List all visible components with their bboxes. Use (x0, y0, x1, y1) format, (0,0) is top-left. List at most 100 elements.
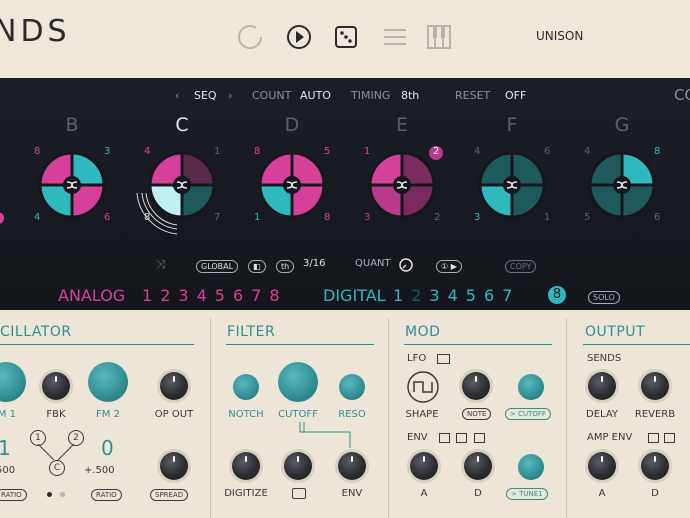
digital-1[interactable]: 1 (393, 286, 411, 305)
digitize-knob[interactable] (232, 452, 260, 480)
node-c[interactable]: C (49, 460, 65, 476)
analog-7[interactable]: 7 (251, 286, 269, 305)
voice-letter-e[interactable]: E (387, 114, 417, 136)
analog-6[interactable]: 6 (233, 286, 251, 305)
d-tl: 8 (254, 146, 261, 157)
lfo-rate-knob[interactable] (462, 372, 490, 400)
filter-title: FILTER (227, 324, 276, 340)
mod-decay-knob[interactable] (464, 452, 492, 480)
filter-mode-icon[interactable] (292, 488, 306, 499)
notch-knob[interactable] (233, 374, 259, 400)
d-br: 8 (324, 212, 331, 223)
env-amount-knob[interactable] (518, 454, 544, 480)
digital-4[interactable]: 4 (448, 286, 466, 305)
digital-7[interactable]: 7 (502, 286, 520, 305)
reso-knob[interactable] (339, 374, 365, 400)
reset-value[interactable]: OFF (505, 89, 526, 102)
note-pill[interactable]: NOTE (462, 408, 492, 420)
cutoff-knob[interactable] (278, 362, 318, 402)
solo-pill[interactable]: SOLO (588, 291, 620, 304)
ratio-pill-2[interactable]: RATIO (91, 489, 122, 501)
spread-pill[interactable]: SPREAD (150, 489, 189, 501)
th-pill[interactable]: th (276, 260, 295, 273)
osc-value-1[interactable]: 1 (0, 436, 11, 460)
digital-6[interactable]: 6 (484, 286, 502, 305)
page-dot[interactable] (60, 492, 65, 497)
filter-mode-knob[interactable] (284, 452, 312, 480)
lfo-shape-icon[interactable] (406, 370, 440, 404)
rate-value[interactable]: 3/16 (303, 258, 325, 269)
voice-circle-f[interactable] (478, 151, 546, 219)
voice-circle-g[interactable] (588, 151, 656, 219)
fm2-knob[interactable] (88, 362, 128, 402)
spread-knob[interactable] (160, 452, 188, 480)
osc-value-1b[interactable]: 500 (0, 465, 15, 476)
fbk-knob[interactable] (42, 372, 70, 400)
op-out-knob[interactable] (160, 372, 188, 400)
amp-decay-knob[interactable] (641, 452, 669, 480)
reset-label: RESET (455, 89, 491, 102)
sends-label: SENDS (587, 353, 622, 364)
timing-value[interactable]: 8th (401, 89, 419, 102)
mod-attack-knob[interactable] (410, 452, 438, 480)
analog-numbers[interactable]: 12345678 (142, 286, 288, 305)
digital-numbers[interactable]: 1234567 (393, 286, 520, 305)
osc-value-2[interactable]: 0 (101, 436, 114, 460)
digital-2[interactable]: 2 (411, 286, 429, 305)
voice-letter-c[interactable]: C (167, 114, 197, 136)
seq-next-icon[interactable]: › (228, 89, 232, 102)
rate-prev-pill[interactable]: ◧ (248, 260, 266, 273)
env-icon-3[interactable] (474, 433, 485, 443)
digital-8-selected[interactable]: 8 (548, 286, 566, 304)
copy-pill[interactable]: COPY (505, 260, 537, 273)
lfo-amount-knob[interactable] (518, 374, 544, 400)
unison-label[interactable]: UNISON (536, 29, 583, 43)
ratio-pill-1[interactable]: RATIO (0, 489, 27, 501)
divider (210, 318, 211, 518)
count-value[interactable]: AUTO (300, 89, 331, 102)
voice-letter-f[interactable]: F (497, 114, 527, 136)
env-icon-1[interactable] (439, 433, 450, 443)
analog-4[interactable]: 4 (197, 286, 215, 305)
lfo-icon[interactable] (437, 354, 450, 364)
voice-circle-d[interactable] (258, 151, 326, 219)
global-pill[interactable]: GLOBAL (196, 260, 239, 273)
step-pill[interactable]: ① ▶ (436, 260, 462, 273)
undo-icon[interactable] (235, 22, 265, 52)
shuffle-icon[interactable]: ⤨ (156, 257, 166, 272)
analog-5[interactable]: 5 (215, 286, 233, 305)
env-icon-2[interactable] (456, 433, 467, 443)
play-icon[interactable] (284, 22, 314, 52)
tune-target-pill[interactable]: > TUNE1 (506, 488, 548, 500)
dice-icon[interactable] (331, 22, 361, 52)
d-bl: 1 (254, 212, 261, 223)
g-bl: 5 (584, 212, 591, 223)
amp-env-icon-1[interactable] (648, 433, 659, 443)
piano-icon[interactable] (424, 22, 454, 52)
voice-letter-g[interactable]: G (607, 114, 637, 136)
page-dot-active[interactable] (47, 492, 52, 497)
digital-5[interactable]: 5 (466, 286, 484, 305)
seq-mode-value[interactable]: SEQ (194, 89, 217, 102)
voice-letter-d[interactable]: D (277, 114, 307, 136)
delay-knob[interactable] (588, 372, 616, 400)
digital-label[interactable]: DIGITAL (323, 286, 386, 305)
osc-value-2b[interactable]: +.500 (84, 465, 115, 476)
env-knob[interactable] (338, 452, 366, 480)
voice-letter-b[interactable]: B (57, 114, 87, 136)
analog-8[interactable]: 8 (269, 286, 287, 305)
voice-circle-b[interactable] (38, 151, 106, 219)
amp-attack-knob[interactable] (588, 452, 616, 480)
seq-prev-icon[interactable]: ‹ (175, 89, 179, 102)
analog-2[interactable]: 2 (160, 286, 178, 305)
quant-knob-icon[interactable] (398, 257, 414, 273)
analog-3[interactable]: 3 (178, 286, 196, 305)
cutoff-target-pill[interactable]: > CUTOFF (505, 408, 551, 420)
reverb-knob[interactable] (641, 372, 669, 400)
analog-1[interactable]: 1 (142, 286, 160, 305)
amp-env-icon-2[interactable] (664, 433, 675, 443)
list-icon[interactable] (380, 22, 410, 52)
analog-label[interactable]: ANALOG (58, 286, 125, 305)
digital-3[interactable]: 3 (429, 286, 447, 305)
g-tr: 8 (654, 146, 661, 157)
